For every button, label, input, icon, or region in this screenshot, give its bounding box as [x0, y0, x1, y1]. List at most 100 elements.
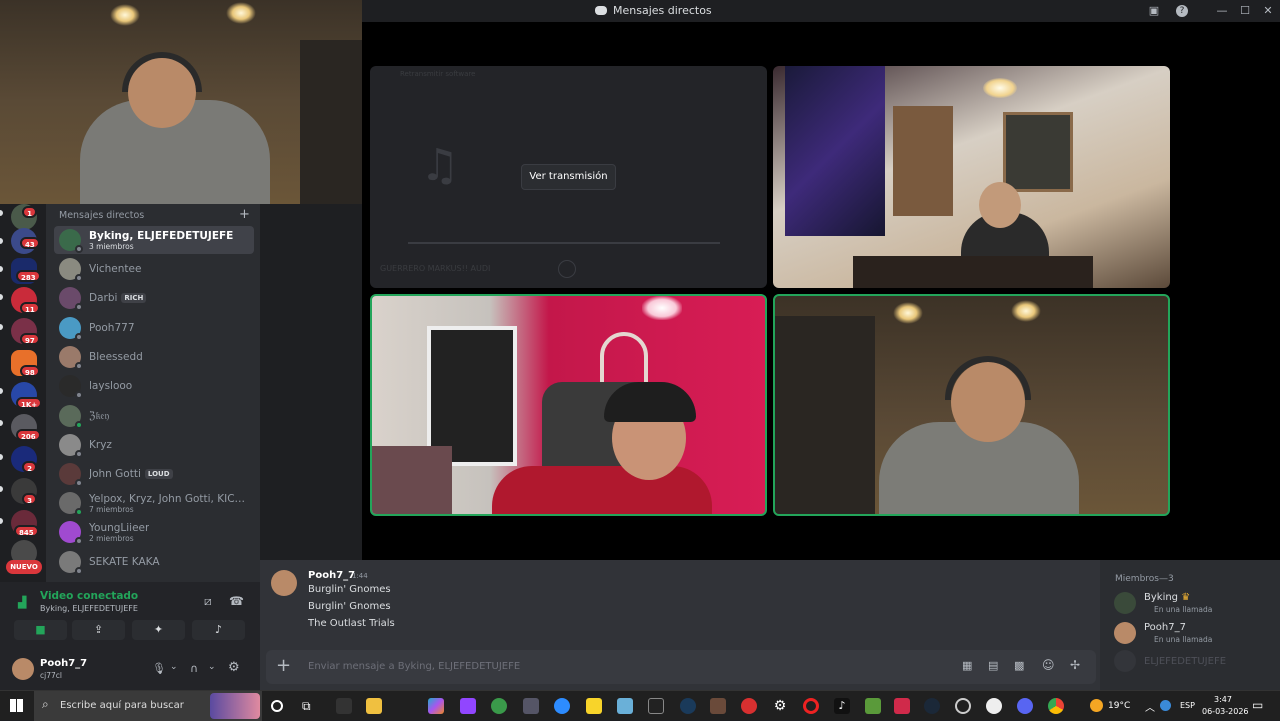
clock-date[interactable]: 06-03-2026: [1202, 707, 1249, 716]
clock-time[interactable]: 3:47: [1214, 695, 1232, 704]
discord-taskbar-icon[interactable]: [1017, 698, 1033, 714]
unread-badge: 97: [20, 333, 40, 345]
opera-icon[interactable]: [803, 698, 819, 714]
epic-games-icon[interactable]: [648, 698, 664, 714]
apps-icon[interactable]: ✢: [1070, 658, 1080, 672]
taskbar-app-icon[interactable]: [428, 698, 444, 714]
member-name[interactable]: Pooh7_7: [1144, 622, 1186, 633]
screen-share-button[interactable]: ⇪: [72, 620, 125, 640]
minecraft-icon[interactable]: [865, 698, 881, 714]
dm-item[interactable]: Bleessedd: [54, 343, 254, 371]
activities-button[interactable]: ✦: [132, 620, 185, 640]
help-icon[interactable]: ?: [1176, 5, 1188, 17]
taskbar-app-icon[interactable]: [894, 698, 910, 714]
message-input-box[interactable]: + Enviar mensaje a Byking, ELJEFEDETUJEF…: [266, 650, 1096, 684]
video-stage: Retransmitir software ♫ GUERRERO MARKUS!…: [362, 22, 1280, 560]
avatar: [59, 551, 83, 575]
avatar: [59, 434, 83, 458]
noise-suppression-icon[interactable]: ⧄: [204, 594, 212, 609]
file-explorer-icon[interactable]: [366, 698, 382, 714]
taskbar-app-icon[interactable]: [680, 698, 696, 714]
couch: [372, 446, 452, 514]
avatar: [59, 287, 83, 311]
watch-stream-button[interactable]: Ver transmisión: [521, 164, 616, 190]
weather-temp[interactable]: 19°C: [1108, 701, 1130, 711]
zoom-icon[interactable]: [554, 698, 570, 714]
member-name[interactable]: Byking ♛: [1144, 592, 1190, 603]
tray-app-icon[interactable]: [1160, 700, 1171, 711]
chrome-icon[interactable]: [1048, 698, 1064, 714]
inbox-icon[interactable]: ▣: [1146, 3, 1162, 19]
door: [893, 106, 953, 216]
taskbar-search[interactable]: ⌕ Escribe aquí para buscar: [34, 691, 262, 721]
minimize-button[interactable]: —: [1214, 3, 1230, 19]
message-author[interactable]: Pooh7_7: [308, 570, 355, 581]
dm-item[interactable]: SEKATE KAKA: [54, 548, 254, 576]
search-highlight-image: [210, 693, 260, 719]
gift-icon[interactable]: ▦: [962, 659, 972, 672]
notification-icon[interactable]: ▭: [1252, 698, 1263, 712]
maximize-button[interactable]: ☐: [1237, 3, 1253, 19]
mic-icon[interactable]: 🎙: [152, 662, 166, 675]
taskbar-app-icon[interactable]: [336, 698, 352, 714]
dm-item[interactable]: ℨ𝔨𝔢𝔶: [54, 402, 254, 430]
soundboard-button[interactable]: ♪: [192, 620, 245, 640]
language-indicator[interactable]: ESP: [1180, 701, 1195, 710]
unread-badge: 2: [22, 461, 37, 473]
stream-tile[interactable]: Retransmitir software ♫ GUERRERO MARKUS!…: [370, 66, 767, 288]
video-tile-self[interactable]: [773, 294, 1170, 516]
taskbar-app-icon[interactable]: [986, 698, 1002, 714]
new-dm-button[interactable]: +: [239, 207, 250, 222]
tiktok-icon[interactable]: ♪: [834, 698, 850, 714]
weather-icon[interactable]: [1090, 699, 1103, 712]
voice-status[interactable]: Video conectado: [40, 590, 138, 602]
member-avatar[interactable]: [1114, 650, 1136, 672]
gear-icon[interactable]: ⚙: [228, 660, 240, 675]
tray-chevron-icon[interactable]: ︿: [1145, 699, 1155, 714]
taskbar-app-icon[interactable]: [491, 698, 507, 714]
dm-item[interactable]: layslooo: [54, 372, 254, 400]
taskbar-app-icon[interactable]: [710, 698, 726, 714]
dm-item[interactable]: John Gotti LOUD: [54, 460, 254, 488]
dm-item[interactable]: Vichentee: [54, 255, 254, 283]
voice-channel[interactable]: Byking, ELJEFEDETUJEFE: [40, 604, 138, 613]
chevron-down-icon[interactable]: ⌄: [208, 662, 216, 672]
twitch-icon[interactable]: [460, 698, 476, 714]
member-avatar[interactable]: [1114, 592, 1136, 614]
settings-gear-icon[interactable]: ⚙: [772, 698, 788, 714]
avatar: [59, 229, 83, 253]
message-avatar[interactable]: [271, 570, 297, 596]
user-avatar[interactable]: [12, 658, 34, 680]
cortana-icon[interactable]: [271, 700, 283, 712]
member-avatar[interactable]: [1114, 622, 1136, 644]
close-button[interactable]: ✕: [1260, 3, 1276, 19]
chevron-down-icon[interactable]: ⌄: [170, 662, 178, 672]
taskbar-app-icon[interactable]: [523, 698, 539, 714]
disconnect-icon[interactable]: ☎: [229, 594, 244, 608]
self-video-pip[interactable]: [0, 0, 362, 204]
dm-item[interactable]: Kryz: [54, 431, 254, 459]
taskbar-app-icon[interactable]: [741, 698, 757, 714]
dm-item[interactable]: Yelpox, Kryz, John Gotti, KICK BE...7 mi…: [54, 489, 254, 517]
dm-item[interactable]: Pooh777: [54, 314, 254, 342]
sticker-icon[interactable]: ▩: [1014, 659, 1024, 672]
member-name[interactable]: ELJEFEDETUJEFE: [1144, 656, 1226, 667]
taskbar-app-icon[interactable]: [955, 698, 971, 714]
video-tile-participant[interactable]: [370, 294, 767, 516]
headset-icon[interactable]: ∩: [190, 662, 198, 675]
dm-item[interactable]: Byking, ELJEFEDETUJEFE 3 miembros: [54, 226, 254, 254]
task-view-icon[interactable]: ⧉: [302, 699, 311, 714]
taskbar-app-icon[interactable]: [617, 698, 633, 714]
gif-icon[interactable]: ▤: [988, 659, 998, 672]
dm-item[interactable]: Darbi RICH: [54, 284, 254, 312]
windows-start-icon[interactable]: [10, 699, 23, 712]
avatar: [59, 346, 83, 370]
emoji-icon[interactable]: ☺: [1042, 658, 1055, 672]
camera-button[interactable]: ■: [14, 620, 67, 640]
add-attachment-icon[interactable]: +: [276, 655, 291, 677]
video-tile-participant[interactable]: [773, 66, 1170, 288]
steam-icon[interactable]: [924, 698, 940, 714]
message-input[interactable]: Enviar mensaje a Byking, ELJEFEDETUJEFE: [308, 661, 520, 672]
sticky-notes-icon[interactable]: [586, 698, 602, 714]
dm-item[interactable]: YoungLiieer 2 miembros: [54, 518, 254, 546]
